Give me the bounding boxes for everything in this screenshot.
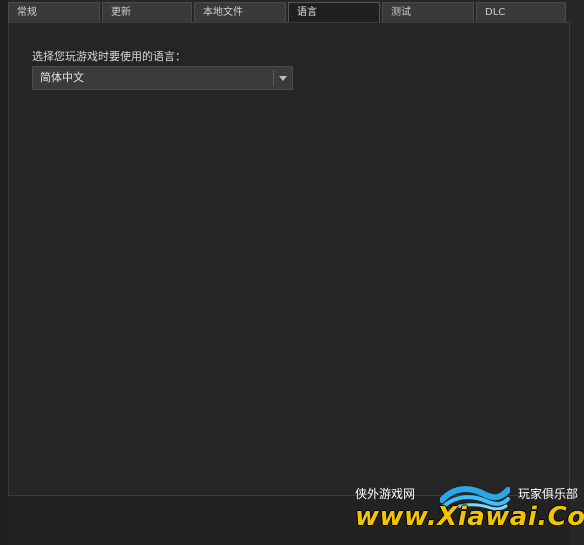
footer-area <box>8 496 570 545</box>
tab-bar: 常规 更新 本地文件 语言 测试 DLC <box>8 2 570 22</box>
chevron-down-icon[interactable] <box>274 67 292 89</box>
tab-dlc[interactable]: DLC <box>476 2 566 22</box>
tab-updates[interactable]: 更新 <box>102 2 192 22</box>
tab-local-files[interactable]: 本地文件 <box>194 2 286 22</box>
tab-betas[interactable]: 测试 <box>382 2 474 22</box>
window-left-edge <box>0 0 8 545</box>
chevron-down-icon-shape <box>279 76 287 81</box>
tab-general[interactable]: 常规 <box>8 2 100 22</box>
language-dropdown[interactable]: 简体中文 <box>32 66 293 90</box>
properties-window: 常规 更新 本地文件 语言 测试 DLC 选择您玩游戏时要使用的语言： 简体中文… <box>0 0 584 545</box>
tab-language[interactable]: 语言 <box>288 2 380 22</box>
language-panel: 选择您玩游戏时要使用的语言： 简体中文 <box>8 22 570 496</box>
language-selected-value: 简体中文 <box>40 71 84 84</box>
language-prompt: 选择您玩游戏时要使用的语言： <box>32 50 186 63</box>
